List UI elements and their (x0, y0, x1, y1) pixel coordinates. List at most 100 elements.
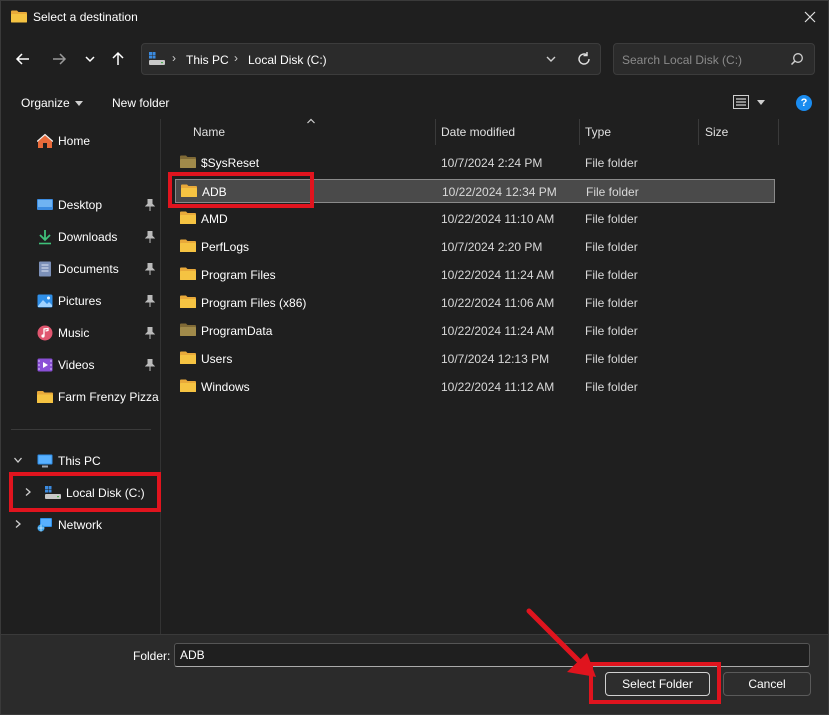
chevron-down-icon (85, 56, 95, 63)
pin-icon (145, 231, 155, 243)
tree-item-this-pc[interactable]: This PC (1, 449, 161, 473)
help-button[interactable]: ? (796, 95, 812, 111)
forward-button[interactable] (47, 47, 71, 71)
organize-button[interactable]: Organize (21, 96, 83, 110)
file-row[interactable]: Users 10/7/2024 12:13 PM File folder (175, 347, 775, 371)
arrow-up-icon (112, 51, 124, 65)
annotation-highlight-adb (168, 172, 314, 208)
folder-icon (37, 391, 53, 403)
search-icon[interactable] (790, 52, 804, 66)
file-type: File folder (585, 352, 638, 366)
file-row[interactable]: ProgramData 10/22/2024 11:24 AM File folde… (175, 319, 775, 343)
folder-icon (180, 379, 196, 392)
arrow-left-icon (15, 53, 29, 65)
address-bar[interactable]: › This PC › Local Disk (C:) (141, 43, 601, 75)
organize-label: Organize (21, 96, 70, 110)
sidebar-item-pictures[interactable]: Pictures (1, 289, 161, 313)
file-dialog: Select a destination › This PC › Local D… (0, 0, 829, 715)
file-name: ProgramData (201, 324, 273, 338)
file-date-modified: 10/22/2024 11:10 AM (441, 212, 555, 226)
file-date-modified: 10/22/2024 11:24 AM (441, 324, 555, 338)
file-type: File folder (585, 296, 638, 310)
file-date-modified: 10/22/2024 11:24 AM (441, 268, 555, 282)
documents-icon (39, 261, 51, 277)
sidebar-item-label: Home (58, 134, 91, 148)
file-row[interactable]: Program Files (x86) 10/22/2024 11:06 AM Fi… (175, 291, 775, 315)
videos-icon (37, 358, 53, 372)
folder-icon (180, 295, 196, 308)
file-type: File folder (585, 156, 638, 170)
file-type: File folder (585, 212, 638, 226)
annotation-highlight-select-folder (589, 662, 721, 704)
file-name: Program Files (x86) (201, 296, 307, 310)
folder-icon (180, 323, 196, 336)
file-date-modified: 10/7/2024 2:20 PM (441, 240, 543, 254)
downloads-icon (39, 230, 51, 245)
folder-icon (180, 211, 196, 224)
file-row[interactable]: Program Files 10/22/2024 11:24 AM File fol… (175, 263, 775, 287)
file-date-modified: 10/22/2024 11:06 AM (441, 296, 555, 310)
file-name: Users (201, 352, 233, 366)
navigation-pane: Home Desktop Downloads Documents Picture… (1, 119, 161, 634)
music-icon (37, 325, 53, 341)
column-header-type[interactable]: Type (579, 119, 698, 145)
sidebar-divider (11, 429, 151, 430)
change-view-button[interactable] (733, 95, 765, 109)
file-type: File folder (585, 380, 638, 394)
refresh-icon[interactable] (576, 51, 592, 67)
breadcrumb-this-pc[interactable]: This PC (186, 53, 229, 67)
pin-icon (145, 295, 155, 307)
folder-icon (180, 351, 196, 364)
recent-locations-button[interactable] (78, 47, 102, 71)
folder-label: Folder: (133, 649, 171, 663)
title-bar: Select a destination (1, 1, 828, 33)
chevron-down-icon[interactable] (13, 455, 23, 465)
column-header-date[interactable]: Date modified (435, 119, 579, 145)
sidebar-item-desktop[interactable]: Desktop (1, 193, 161, 217)
monitor-icon (37, 454, 53, 468)
search-input[interactable] (622, 50, 782, 70)
pin-icon (145, 359, 155, 371)
column-header-name[interactable]: Name (163, 119, 435, 145)
desktop-icon (37, 199, 53, 210)
folder-icon (180, 155, 196, 168)
file-name: $SysReset (201, 156, 260, 170)
file-name: Windows (201, 380, 250, 394)
column-separator[interactable] (778, 119, 779, 145)
sidebar-item-home[interactable]: Home (1, 129, 161, 153)
file-date-modified: 10/22/2024 11:12 AM (441, 380, 555, 394)
sidebar-item-farm-frenzy[interactable]: Farm Frenzy Pizza P (1, 385, 161, 409)
sidebar-item-label: Network (58, 518, 103, 532)
breadcrumb-separator: › (234, 51, 238, 65)
search-box[interactable] (613, 43, 815, 75)
chevron-right-icon[interactable] (13, 519, 23, 529)
sidebar-item-documents[interactable]: Documents (1, 257, 161, 281)
up-button[interactable] (106, 47, 130, 71)
arrow-right-icon (53, 53, 67, 65)
file-row[interactable]: PerfLogs 10/7/2024 2:20 PM File folder (175, 235, 775, 259)
window-title: Select a destination (33, 10, 138, 24)
tree-item-network[interactable]: Network (1, 513, 161, 537)
file-row[interactable]: AMD 10/22/2024 11:10 AM File folder (175, 207, 775, 231)
sidebar-item-downloads[interactable]: Downloads (1, 225, 161, 249)
sidebar-item-videos[interactable]: Videos (1, 353, 161, 377)
pictures-icon (37, 294, 53, 308)
back-button[interactable] (11, 47, 35, 71)
close-icon (804, 11, 816, 23)
file-row[interactable]: Windows 10/22/2024 11:12 AM File folder (175, 375, 775, 399)
drive-icon (149, 52, 165, 65)
column-header-size[interactable]: Size (698, 119, 778, 145)
cancel-button[interactable]: Cancel (723, 672, 811, 696)
chevron-down-icon[interactable] (544, 52, 558, 66)
file-date-modified: 10/22/2024 12:34 PM (442, 185, 557, 199)
breadcrumb-separator: › (172, 51, 176, 65)
file-date-modified: 10/7/2024 2:24 PM (441, 156, 543, 170)
close-button[interactable] (798, 5, 822, 29)
breadcrumb-local-disk[interactable]: Local Disk (C:) (248, 53, 327, 67)
new-folder-button[interactable]: New folder (112, 96, 169, 110)
caret-down-icon (757, 99, 765, 105)
folder-icon (180, 267, 196, 280)
file-name: PerfLogs (201, 240, 250, 254)
folder-icon (180, 239, 196, 252)
sidebar-item-music[interactable]: Music (1, 321, 161, 345)
